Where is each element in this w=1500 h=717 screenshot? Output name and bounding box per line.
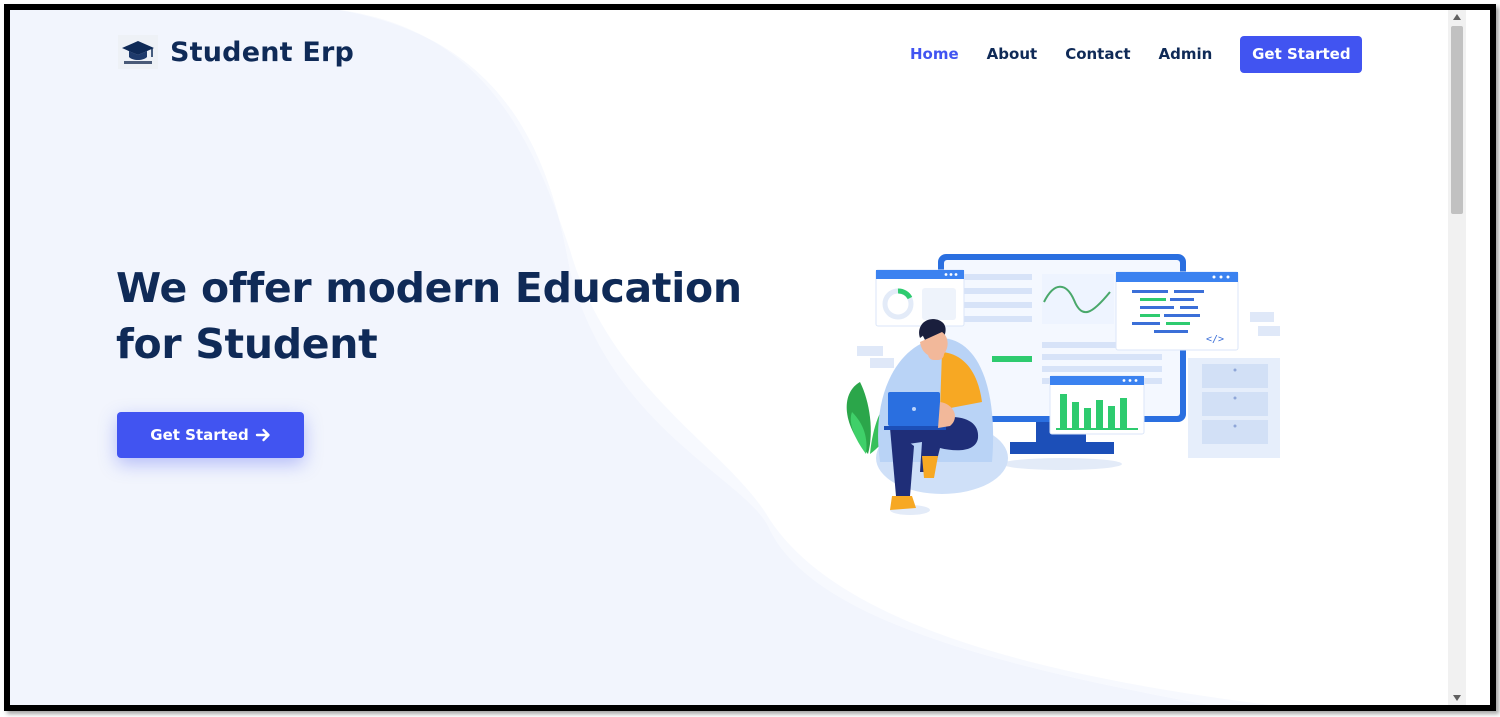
nav-home-link[interactable]: Home [910,35,959,73]
nav-get-started-button[interactable]: Get Started [1240,35,1363,73]
svg-text:</>: </> [1206,334,1224,345]
scroll-up-arrow-icon[interactable] [1448,10,1466,24]
hero-title-line1: We offer modern Education [116,264,742,312]
nav-contact-link[interactable]: Contact [1065,35,1130,73]
hero-get-started-button[interactable]: Get Started [117,412,304,458]
browser-frame: Student Erp Home About Contact Admin Get… [4,4,1496,711]
site-header: Student Erp Home About Contact Admin Get… [10,10,1466,100]
scroll-thumb[interactable] [1451,26,1463,214]
hero-title-line2: for Student [116,320,378,368]
brand-logo[interactable]: Student Erp [118,35,354,69]
arrow-right-icon [255,428,270,442]
scroll-down-arrow-icon[interactable] [1448,691,1466,705]
nav-about-link[interactable]: About [987,35,1038,73]
hero-title: We offer modern Education for Student [116,260,756,372]
nav-admin-link[interactable]: Admin [1159,35,1213,73]
page-viewport: Student Erp Home About Contact Admin Get… [10,10,1466,705]
main-nav: Home About Contact Admin Get Started [910,35,1363,73]
graduation-cap-icon [118,35,158,69]
hero-button-label: Get Started [150,426,249,444]
page-scrollbar[interactable] [1448,10,1466,705]
student-with-laptop-illustration: </> [846,254,1280,515]
brand-name: Student Erp [170,36,355,68]
